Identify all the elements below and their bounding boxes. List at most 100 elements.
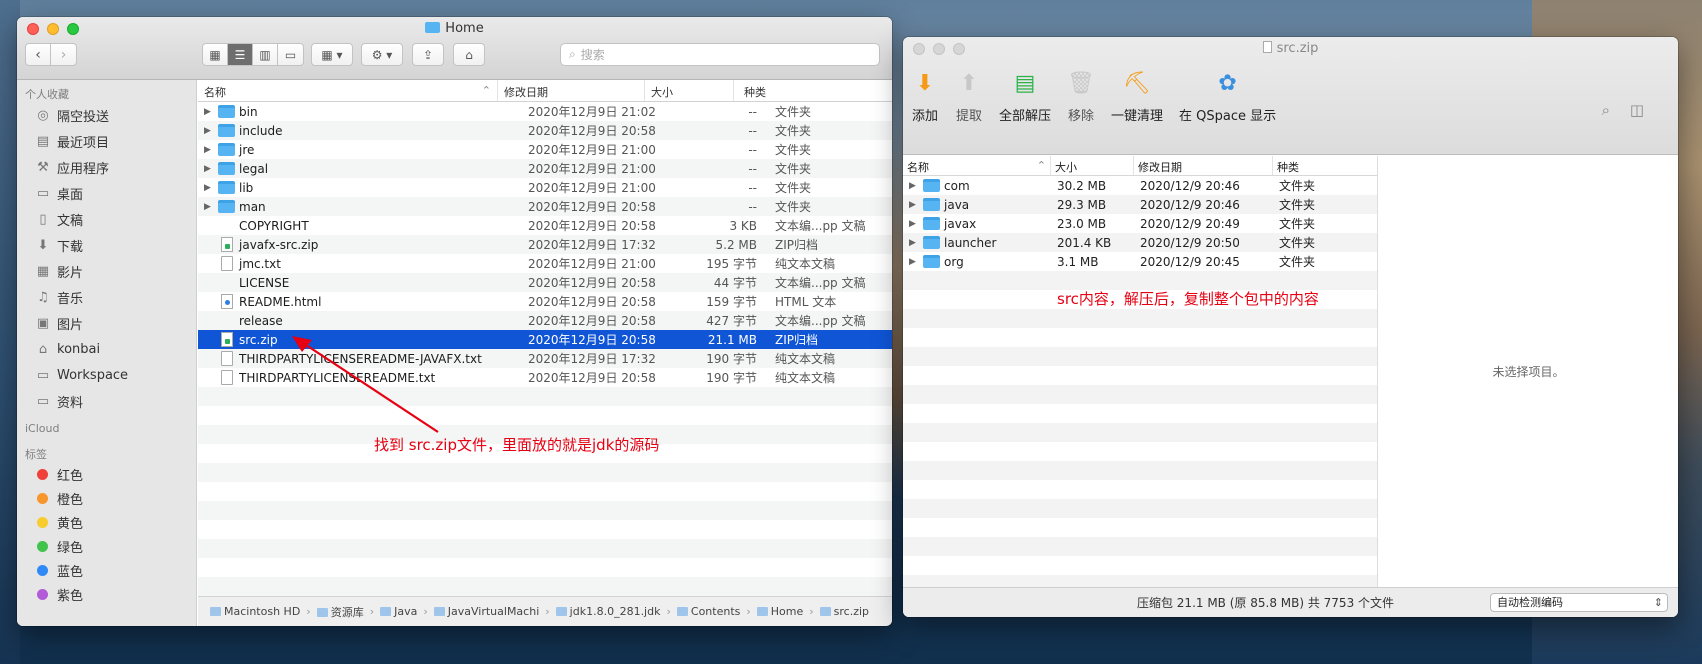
sidebar-item-1[interactable]: ▤ 最近项目	[17, 128, 196, 154]
file-row[interactable]: ▶ man 2020年12月9日 20:58 -- 文件夹	[198, 197, 892, 216]
sidebar-item-9[interactable]: ⌂ konbai	[17, 336, 196, 362]
tool-button-2[interactable]: ▤ 全部解压	[999, 69, 1051, 125]
gallery-view-button[interactable]: ▭	[278, 44, 303, 65]
sidebar-item-7[interactable]: ♫ 音乐	[17, 284, 196, 310]
search-icon[interactable]: ⌕	[1602, 101, 1610, 119]
path-item-label: Home	[770, 605, 804, 618]
sidebar-item-5[interactable]: ⬇ 下载	[17, 232, 196, 258]
archive-row[interactable]: ▶ com 30.2 MB 2020/12/9 20:46 文件夹	[903, 176, 1377, 195]
sidebar-tag-4[interactable]: 蓝色	[17, 558, 196, 582]
file-row[interactable]: ▶ legal 2020年12月9日 21:00 -- 文件夹	[198, 159, 892, 178]
column-name[interactable]: 名称 ⌃	[903, 156, 1051, 175]
disclosure-triangle-icon[interactable]: ▶	[204, 107, 214, 117]
file-row[interactable]: THIRDPARTYLICENSEREADME-JAVAFX.txt 2020年1…	[198, 349, 892, 368]
sidebar-tag-3[interactable]: 绿色	[17, 534, 196, 558]
path-item[interactable]: 资源库	[316, 604, 364, 620]
column-size[interactable]: 大小	[1051, 156, 1134, 175]
file-row[interactable]: LICENSE 2020年12月9日 20:58 44 字节 文本编...pp 文稿	[198, 273, 892, 292]
sidebar-item-2[interactable]: ⚒ 应用程序	[17, 154, 196, 180]
file-name-cell: release	[198, 314, 520, 328]
file-row[interactable]: ▶ jre 2020年12月9日 21:00 -- 文件夹	[198, 140, 892, 159]
file-row[interactable]: jmc.txt 2020年12月9日 21:00 195 字节 纯文本文稿	[198, 254, 892, 273]
tool-button-1[interactable]: ⬆ 提取	[955, 69, 983, 125]
path-item[interactable]: Java	[380, 605, 417, 618]
file-row[interactable]: THIRDPARTYLICENSEREADME.txt 2020年12月9日 20…	[198, 368, 892, 387]
disclosure-triangle-icon[interactable]: ▶	[909, 219, 919, 229]
archive-row[interactable]: ▶ java 29.3 MB 2020/12/9 20:46 文件夹	[903, 195, 1377, 214]
search-placeholder: 搜索	[580, 48, 605, 62]
path-item[interactable]: JavaVirtualMachi	[433, 605, 539, 618]
group-button[interactable]: ▦ ▾	[311, 43, 353, 66]
encoding-select[interactable]: 自动检测编码	[1490, 593, 1668, 612]
tags-button[interactable]: ⌂	[453, 43, 485, 66]
file-row[interactable]: ▶ include 2020年12月9日 20:58 -- 文件夹	[198, 121, 892, 140]
sidebar-item-6[interactable]: ▦ 影片	[17, 258, 196, 284]
disclosure-triangle-icon[interactable]: ▶	[204, 183, 214, 193]
sidebar-section-icloud[interactable]: iCloud	[17, 414, 196, 440]
column-view-button[interactable]: ▥	[253, 44, 278, 65]
action-button[interactable]: ⚙ ▾	[361, 43, 403, 66]
column-date[interactable]: 修改日期	[1134, 156, 1273, 175]
sidebar-toggle-icon[interactable]: ◫	[1630, 101, 1644, 119]
disclosure-triangle-icon[interactable]: ▶	[909, 200, 919, 210]
tool-button-3[interactable]: 🗑 移除	[1067, 69, 1095, 125]
column-kind[interactable]: 种类	[1273, 156, 1377, 175]
file-size: 159 字节	[706, 295, 757, 309]
text-file-icon	[221, 351, 233, 366]
sidebar-tag-0[interactable]: 红色	[17, 462, 196, 486]
tag-color-dot	[37, 564, 48, 576]
archive-row[interactable]: ▶ launcher 201.4 KB 2020/12/9 20:50 文件夹	[903, 233, 1377, 252]
path-item[interactable]: Contents	[676, 605, 740, 618]
archive-row[interactable]: ▶ org 3.1 MB 2020/12/9 20:45 文件夹	[903, 252, 1377, 271]
file-date: 2020年12月9日 17:32	[528, 352, 656, 366]
disclosure-triangle-icon[interactable]: ▶	[909, 257, 919, 267]
sidebar-tag-label: 蓝色	[57, 564, 84, 580]
tool-button-0[interactable]: ⬇ 添加	[911, 69, 939, 125]
disclosure-triangle-icon[interactable]: ▶	[204, 145, 214, 155]
path-item[interactable]: Home	[756, 605, 804, 618]
column-name-label: 名称	[907, 161, 929, 174]
sidebar-item-11[interactable]: ▭ 资料	[17, 388, 196, 414]
disclosure-triangle-icon[interactable]: ▶	[204, 164, 214, 174]
file-row[interactable]: javafx-src.zip 2020年12月9日 17:32 5.2 MB ZIP归…	[198, 235, 892, 254]
path-item[interactable]: src.zip	[819, 605, 869, 618]
file-row[interactable]: README.html 2020年12月9日 20:58 159 字节 HTML 文本	[198, 292, 892, 311]
sidebar-tag-5[interactable]: 紫色	[17, 582, 196, 606]
sidebar-tag-2[interactable]: 黄色	[17, 510, 196, 534]
tool-button-5[interactable]: ✿ 在 QSpace 显示	[1179, 69, 1276, 125]
sidebar-tag-1[interactable]: 橙色	[17, 486, 196, 510]
archive-row[interactable]: ▶ javax 23.0 MB 2020/12/9 20:49 文件夹	[903, 214, 1377, 233]
column-name[interactable]: 名称 ⌃	[198, 80, 498, 101]
file-row[interactable]: COPYRIGHT 2020年12月9日 20:58 3 KB 文本编...pp 文稿	[198, 216, 892, 235]
disclosure-triangle-icon[interactable]: ▶	[204, 126, 214, 136]
column-kind[interactable]: 种类	[734, 80, 892, 101]
file-row[interactable]: ▶ lib 2020年12月9日 21:00 -- 文件夹	[198, 178, 892, 197]
tag-color-dot	[37, 492, 48, 504]
sidebar-item-4[interactable]: ▯ 文稿	[17, 206, 196, 232]
icon-view-button[interactable]: ▦	[203, 44, 228, 65]
tool-button-4[interactable]: ⛏ 一键清理	[1111, 69, 1163, 125]
disclosure-triangle-icon[interactable]: ▶	[909, 238, 919, 248]
column-date[interactable]: 修改日期	[498, 80, 645, 101]
sidebar-item-0[interactable]: ◎ 隔空投送	[17, 102, 196, 128]
column-size[interactable]: 大小	[645, 80, 734, 101]
search-input[interactable]: ⌕ 搜索	[560, 43, 880, 66]
list-view-button[interactable]: ☰	[228, 44, 253, 65]
path-item[interactable]: Macintosh HD	[210, 605, 300, 618]
file-row[interactable]: ▶ bin 2020年12月9日 21:02 -- 文件夹	[198, 102, 892, 121]
disclosure-triangle-icon[interactable]: ▶	[909, 181, 919, 191]
forward-button[interactable]: ›	[51, 44, 76, 65]
sidebar-item-3[interactable]: ▭ 桌面	[17, 180, 196, 206]
sidebar-item-10[interactable]: ▭ Workspace	[17, 362, 196, 388]
share-button[interactable]: ⇪	[412, 43, 444, 66]
back-button[interactable]: ‹	[26, 44, 51, 65]
sidebar-item-8[interactable]: ▣ 图片	[17, 310, 196, 336]
sidebar-section-favorites: 个人收藏	[25, 88, 69, 101]
path-item-label: 资源库	[330, 605, 364, 619]
file-row[interactable]: src.zip 2020年12月9日 20:58 21.1 MB ZIP归档	[198, 330, 892, 349]
path-item[interactable]: jdk1.8.0_281.jdk	[555, 605, 660, 618]
disclosure-triangle-icon[interactable]: ▶	[204, 202, 214, 212]
file-row[interactable]: release 2020年12月9日 20:58 427 字节 文本编...pp 文稿	[198, 311, 892, 330]
downloads-icon: ⬇	[37, 237, 49, 253]
file-date: 2020年12月9日 21:00	[528, 181, 656, 195]
